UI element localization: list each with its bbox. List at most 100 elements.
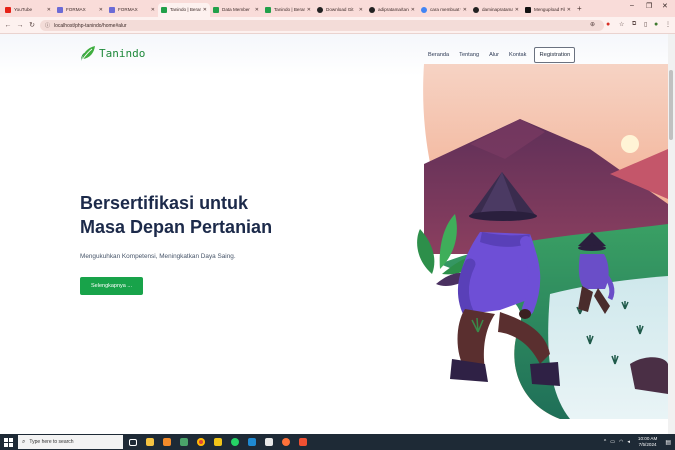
close-tab-icon[interactable]: ✕ xyxy=(99,7,103,13)
page-favicon-icon xyxy=(57,6,63,13)
notification-icon[interactable]: ▤ xyxy=(665,439,671,446)
task-view-icon[interactable] xyxy=(126,434,140,450)
whatsapp-icon[interactable] xyxy=(228,434,242,450)
chrome-icon[interactable] xyxy=(194,434,208,450)
tab-label: Tanindo | Beranda xyxy=(274,7,305,12)
close-window-button[interactable]: ✕ xyxy=(662,2,668,10)
url-input[interactable]: ⓘ localhost/php-tanindo/home#alur xyxy=(40,20,604,31)
tab-label: Download Git xyxy=(326,7,354,12)
browser-tab[interactable]: daminapratama/ta✕ xyxy=(470,3,522,17)
browser-tab[interactable]: FORMAX ✕ xyxy=(54,3,106,17)
browser-tab[interactable]: Download Git ✕ xyxy=(314,3,366,17)
hero-title-line: Bersertifikasi untuk xyxy=(80,193,249,213)
url-text: localhost/php-tanindo/home#alur xyxy=(54,22,127,29)
volume-icon[interactable]: ◂ xyxy=(627,439,630,445)
close-tab-icon[interactable]: ✕ xyxy=(255,7,259,13)
browser-tab-active[interactable]: Tanindo | Beranda✕ xyxy=(158,2,210,17)
tab-label: FORMAX xyxy=(118,7,138,12)
network-icon[interactable]: ▭ xyxy=(610,439,615,445)
close-tab-icon[interactable]: ✕ xyxy=(515,7,519,13)
leaf-favicon-icon xyxy=(161,6,167,13)
close-tab-icon[interactable]: ✕ xyxy=(463,7,467,13)
back-button[interactable]: ← xyxy=(2,22,14,29)
tab-label: Mengupload File xyxy=(534,7,565,12)
chevron-up-icon[interactable]: ^ xyxy=(604,439,606,445)
search-placeholder: Type here to search xyxy=(29,439,74,445)
wifi-icon[interactable]: ◠ xyxy=(619,439,623,445)
tab-label: FORMAX xyxy=(66,7,86,12)
extension-icon[interactable]: ● xyxy=(606,21,610,28)
windows-logo-icon xyxy=(3,437,13,447)
close-tab-icon[interactable]: ✕ xyxy=(411,7,415,13)
maximize-window-button[interactable]: ❐ xyxy=(646,2,652,10)
github-favicon-icon xyxy=(369,6,375,13)
browser-tab[interactable]: YouTube ✕ xyxy=(2,3,54,17)
browser-tab-strip: YouTube ✕ FORMAX ✕ FORMAX ✕ Tanindo | Beran… xyxy=(0,0,675,17)
bookmark-star-icon[interactable]: ☆ xyxy=(619,21,624,28)
browser-tab[interactable]: Tanindo | Beranda✕ xyxy=(262,3,314,17)
browser-address-bar: ← → ↻ ⓘ localhost/php-tanindo/home#alur … xyxy=(0,17,675,34)
reload-button[interactable]: ↻ xyxy=(26,21,38,29)
hero-title: Bersertifikasi untuk Masa Depan Pertania… xyxy=(80,191,380,239)
youtube-favicon-icon xyxy=(5,6,11,13)
close-tab-icon[interactable]: ✕ xyxy=(203,7,207,13)
browser-tab[interactable]: adipratama/tanindo✕ xyxy=(366,3,418,17)
sidebar-icon[interactable]: ▯ xyxy=(644,21,647,28)
forward-button[interactable]: → xyxy=(14,22,26,29)
app-icon[interactable] xyxy=(177,434,191,450)
taskbar-clock[interactable]: 10:00 AM 7/5/2024 xyxy=(638,436,657,448)
close-tab-icon[interactable]: ✕ xyxy=(47,7,51,13)
app-icon[interactable] xyxy=(211,434,225,450)
registration-button[interactable]: Registration xyxy=(534,47,576,63)
tab-label: Data Member xyxy=(222,7,250,12)
taskbar-search-input[interactable]: ⌕ Type here to search xyxy=(18,435,123,449)
extensions-puzzle-icon[interactable]: ⧉ xyxy=(632,21,636,28)
tab-label: adipratama/tanindo xyxy=(378,7,409,12)
site-logo[interactable]: Tanindo xyxy=(80,44,145,62)
hero-subtitle: Mengukuhkan Kompetensi, Meningkatkan Day… xyxy=(80,253,236,260)
browser-tab[interactable]: Data Member ✕ xyxy=(210,3,262,17)
leaf-favicon-icon xyxy=(213,6,219,13)
web-page: Tanindo Beranda Tentang Alur Kontak Regi… xyxy=(0,34,668,434)
close-tab-icon[interactable]: ✕ xyxy=(151,7,155,13)
learn-more-button[interactable]: Selengkapnya ... xyxy=(80,277,143,295)
logo-text: Tanindo xyxy=(99,46,146,60)
nav-link-alur[interactable]: Alur xyxy=(489,52,499,58)
scrollbar-thumb[interactable] xyxy=(669,70,673,140)
page-scrollbar[interactable] xyxy=(668,34,675,434)
close-tab-icon[interactable]: ✕ xyxy=(567,7,571,13)
tab-label: YouTube xyxy=(14,7,33,12)
app-icon[interactable] xyxy=(296,434,310,450)
nav-link-beranda[interactable]: Beranda xyxy=(428,52,449,58)
app-icon[interactable] xyxy=(262,434,276,450)
browser-tab[interactable]: Mengupload File ✕ xyxy=(522,3,574,17)
hero-title-line: Masa Depan Pertanian xyxy=(80,217,273,237)
vscode-icon[interactable] xyxy=(245,434,259,450)
tab-label: cara membuat web xyxy=(430,7,461,12)
github-favicon-icon xyxy=(473,6,479,13)
sublime-text-icon[interactable] xyxy=(160,434,174,450)
nav-link-kontak[interactable]: Kontak xyxy=(509,52,526,58)
nav-link-tentang[interactable]: Tentang xyxy=(459,52,479,58)
profile-avatar[interactable]: ● xyxy=(654,21,658,28)
farmer-illustration xyxy=(417,64,668,419)
tab-label: daminapratama/ta xyxy=(482,7,513,12)
close-tab-icon[interactable]: ✕ xyxy=(359,7,363,13)
page-favicon-icon xyxy=(525,6,531,13)
minimize-window-button[interactable]: – xyxy=(630,2,634,9)
new-tab-button[interactable]: + xyxy=(577,4,582,13)
site-info-icon[interactable]: ⓘ xyxy=(45,22,50,29)
browser-tab[interactable]: cara membuat web✕ xyxy=(418,3,470,17)
zoom-icon[interactable]: ⊕ xyxy=(590,21,595,28)
leaf-favicon-icon xyxy=(265,6,271,13)
firefox-icon[interactable] xyxy=(279,434,293,450)
file-explorer-icon[interactable] xyxy=(143,434,157,450)
leaf-logo-icon xyxy=(81,46,95,61)
browser-tab[interactable]: FORMAX ✕ xyxy=(106,3,158,17)
windows-taskbar: ⌕ Type here to search ^ ▭ ◠ ◂ 10:00 AM 7… xyxy=(0,434,675,450)
page-favicon-icon xyxy=(109,6,115,13)
close-tab-icon[interactable]: ✕ xyxy=(307,7,311,13)
windows-start-button[interactable] xyxy=(0,434,16,450)
site-nav: Beranda Tentang Alur Kontak Registration xyxy=(428,47,576,63)
menu-kebab-icon[interactable]: ⋮ xyxy=(665,21,671,28)
